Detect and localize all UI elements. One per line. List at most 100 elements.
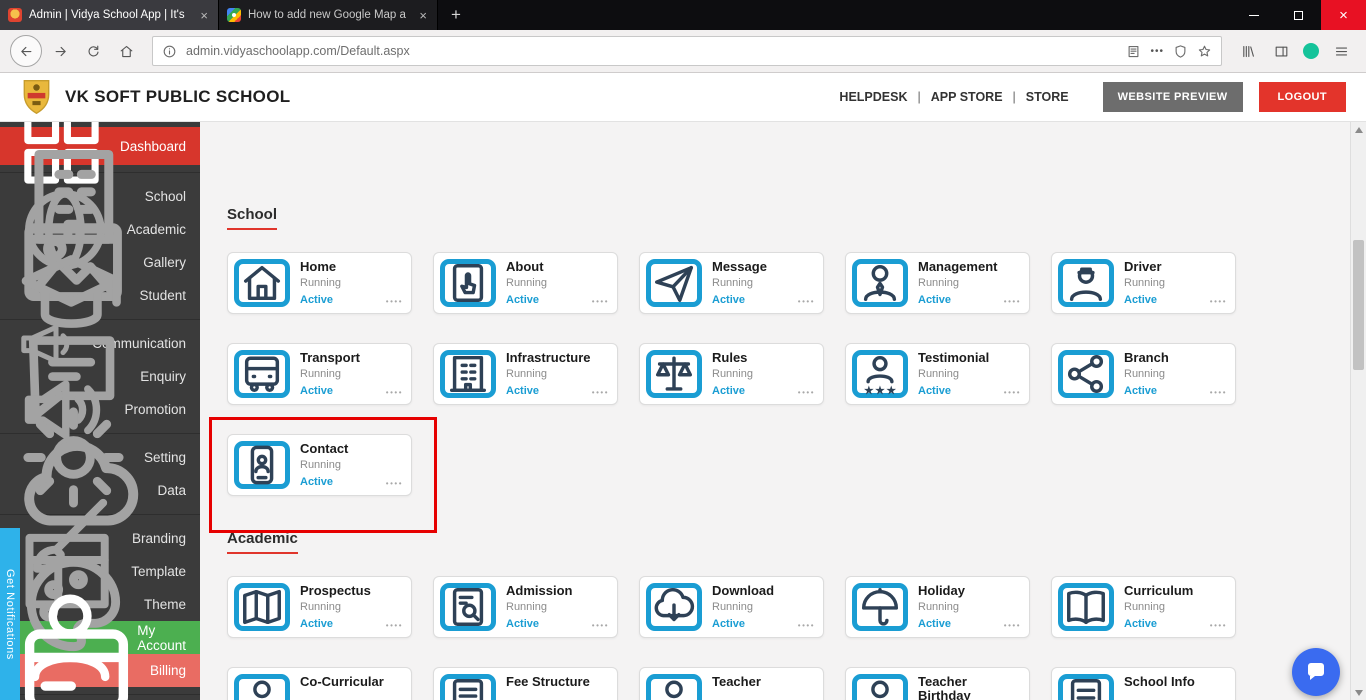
module-menu-dots[interactable]: •••• [1210, 621, 1227, 630]
module-menu-dots[interactable]: •••• [592, 297, 609, 306]
bookmark-star-icon[interactable] [1197, 44, 1212, 59]
module-card-message[interactable]: Message Running Active •••• [639, 252, 824, 314]
module-icon [440, 259, 496, 307]
module-menu-dots[interactable]: •••• [1210, 297, 1227, 306]
module-state[interactable]: Active [712, 385, 745, 397]
tab-close-icon[interactable]: × [198, 7, 210, 24]
forward-button[interactable] [45, 36, 75, 66]
module-card-body: Home Running Active •••• [290, 259, 405, 307]
module-card-fee-structure[interactable]: Fee Structure [433, 667, 618, 700]
module-state[interactable]: Active [918, 618, 951, 630]
module-menu-dots[interactable]: •••• [1210, 388, 1227, 397]
module-card-testimonial[interactable]: ★★★ Testimonial Running Active •••• [845, 343, 1030, 405]
module-state[interactable]: Active [918, 385, 951, 397]
module-card-curriculum[interactable]: Curriculum Running Active •••• [1051, 576, 1236, 638]
sidebar-item-label: Gallery [143, 255, 186, 270]
module-card-about[interactable]: About Running Active •••• [433, 252, 618, 314]
module-menu-dots[interactable]: •••• [1004, 388, 1021, 397]
module-state[interactable]: Active [1124, 618, 1157, 630]
module-card-infrastructure[interactable]: Infrastructure Running Active •••• [433, 343, 618, 405]
sidebar-item-label: Branding [131, 531, 186, 546]
module-menu-dots[interactable]: •••• [386, 479, 403, 488]
module-menu-dots[interactable]: •••• [798, 297, 815, 306]
module-menu-dots[interactable]: •••• [1004, 621, 1021, 630]
module-card-teacher-birthday[interactable]: Teacher Birthday [845, 667, 1030, 700]
pocket-shield-icon[interactable] [1173, 44, 1188, 59]
app-store-link[interactable]: APP STORE [931, 90, 1003, 104]
scrollbar-thumb[interactable] [1353, 240, 1364, 370]
module-card-contact[interactable]: Contact Running Active •••• [209, 417, 437, 533]
module-menu-dots[interactable]: •••• [386, 621, 403, 630]
module-state[interactable]: Active [918, 294, 951, 306]
card-grid: Prospectus Running Active •••• Admission… [227, 576, 1350, 700]
scroll-down-arrow-icon[interactable] [1351, 684, 1366, 700]
module-icon [646, 259, 702, 307]
module-name: Fee Structure [506, 674, 590, 689]
page-scrollbar[interactable] [1350, 122, 1366, 700]
sidebar-item-student[interactable]: Student [0, 255, 200, 329]
module-card-footer: Active •••• [506, 618, 609, 630]
module-state[interactable]: Active [712, 294, 745, 306]
tab-close-icon[interactable]: × [417, 7, 429, 24]
menu-hamburger-icon[interactable] [1326, 36, 1356, 66]
module-state[interactable]: Active [506, 618, 539, 630]
website-preview-button[interactable]: WEBSITE PREVIEW [1102, 82, 1243, 112]
chat-widget-button[interactable] [1292, 648, 1340, 696]
extension-icon[interactable] [1303, 43, 1319, 59]
module-card-co-curricular[interactable]: Co-Curricular [227, 667, 412, 700]
get-notifications-tab[interactable]: Get Notifications [0, 528, 20, 700]
module-card-download[interactable]: Download Running Active •••• [639, 576, 824, 638]
module-menu-dots[interactable]: •••• [386, 297, 403, 306]
sidebar-groups: Dashboard School Academic Gallery Studen… [0, 122, 200, 700]
store-link[interactable]: STORE [1026, 90, 1069, 104]
module-state[interactable]: Active [300, 294, 333, 306]
module-state[interactable]: Active [1124, 294, 1157, 306]
module-card-school-info[interactable]: School Info [1051, 667, 1236, 700]
module-card-branch[interactable]: Branch Running Active •••• [1051, 343, 1236, 405]
module-name: Curriculum [1124, 583, 1194, 598]
module-menu-dots[interactable]: •••• [592, 621, 609, 630]
new-tab-button[interactable]: + [438, 0, 474, 30]
module-menu-dots[interactable]: •••• [592, 388, 609, 397]
module-state[interactable]: Active [300, 476, 333, 488]
page-actions-icon[interactable]: ••• [1150, 46, 1164, 57]
back-button[interactable] [10, 35, 42, 67]
module-card-admission[interactable]: Admission Running Active •••• [433, 576, 618, 638]
minimize-button[interactable] [1231, 0, 1276, 30]
browser-tab-maps[interactable]: How to add new Google Map a × [219, 0, 438, 30]
module-state[interactable]: Active [506, 385, 539, 397]
module-state[interactable]: Active [300, 618, 333, 630]
module-state[interactable]: Active [506, 294, 539, 306]
home-button[interactable] [111, 36, 141, 66]
refresh-button[interactable] [78, 36, 108, 66]
module-menu-dots[interactable]: •••• [1004, 297, 1021, 306]
module-card-transport[interactable]: Transport Running Active •••• [227, 343, 412, 405]
module-icon [646, 674, 702, 700]
site-info-icon[interactable] [162, 44, 177, 59]
module-state[interactable]: Active [1124, 385, 1157, 397]
module-menu-dots[interactable]: •••• [798, 621, 815, 630]
reader-mode-icon[interactable] [1126, 44, 1141, 59]
scroll-up-arrow-icon[interactable] [1351, 122, 1366, 138]
logout-button[interactable]: LOGOUT [1258, 82, 1346, 112]
sidebar-item-billing[interactable]: Billing [0, 629, 200, 700]
module-card-holiday[interactable]: Holiday Running Active •••• [845, 576, 1030, 638]
module-state[interactable]: Active [712, 618, 745, 630]
module-card-home[interactable]: Home Running Active •••• [227, 252, 412, 314]
module-card-prospectus[interactable]: Prospectus Running Active •••• [227, 576, 412, 638]
close-window-button[interactable]: × [1321, 0, 1366, 30]
module-card-management[interactable]: Management Running Active •••• [845, 252, 1030, 314]
module-card-driver[interactable]: Driver Running Active •••• [1051, 252, 1236, 314]
sidebar-item-label: Student [139, 288, 186, 303]
module-card-rules[interactable]: Rules Running Active •••• [639, 343, 824, 405]
module-state[interactable]: Active [300, 385, 333, 397]
sidebar-toggle-icon[interactable] [1266, 36, 1296, 66]
library-icon[interactable] [1233, 36, 1263, 66]
browser-tab-admin[interactable]: Admin | Vidya School App | It's × [0, 0, 219, 30]
helpdesk-link[interactable]: HELPDESK [839, 90, 907, 104]
maximize-button[interactable] [1276, 0, 1321, 30]
module-card-teacher[interactable]: Teacher [639, 667, 824, 700]
module-menu-dots[interactable]: •••• [386, 388, 403, 397]
url-bar[interactable]: admin.vidyaschoolapp.com/Default.aspx ••… [152, 36, 1222, 66]
module-menu-dots[interactable]: •••• [798, 388, 815, 397]
